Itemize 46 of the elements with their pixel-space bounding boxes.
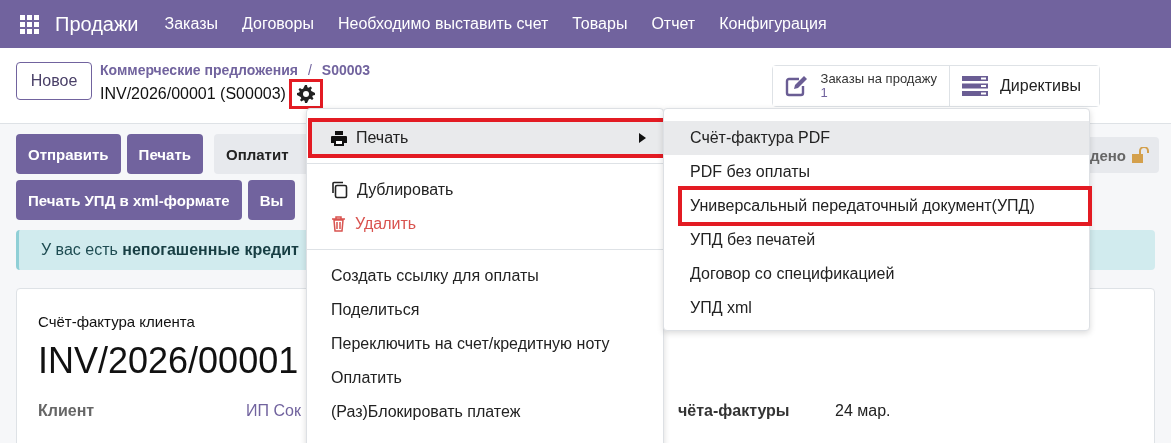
menu-item[interactable]: Удалить [307,207,663,241]
nav-menu-item[interactable]: Товары [572,15,628,33]
action-button[interactable]: Печать [126,134,203,174]
field-label: Клиент [38,402,96,420]
menu-item[interactable]: УПД без печатей [664,223,1089,257]
menu-item[interactable]: УПД xml [664,291,1089,325]
action-button[interactable]: Печать УПД в xml-формате [16,180,242,220]
copy-icon [331,181,348,199]
record-title: INV/2026/00001 (S00003) [100,85,286,103]
document-type-label: Счёт-фактура клиента [38,313,195,330]
printer-icon [331,130,347,146]
field-link[interactable]: ИП Сок [246,402,301,420]
field-value: 24 мар. [835,402,891,420]
menu-item[interactable]: Универсальный передаточный документ(УПД) [681,189,1089,223]
nav-menu-item[interactable]: Заказы [164,15,218,33]
menu-item[interactable]: (Раз)Блокировать платеж [307,395,663,429]
alert-text: У вас есть непогашенные кредит [41,241,299,259]
menu-item[interactable]: Поделиться [307,293,663,327]
breadcrumb-link[interactable]: S00003 [321,62,371,78]
breadcrumb-separator: / [307,62,312,78]
caret-right-icon [639,133,646,143]
nav-menu-item[interactable]: Отчет [651,15,696,33]
settings-icon[interactable] [296,85,315,103]
action-button[interactable]: Вы [247,180,296,220]
menu-item[interactable]: PDF без оплаты [664,155,1089,189]
smart-button[interactable]: Заказы на продажу 1 [772,65,950,106]
breadcrumb-link[interactable]: Коммерческие предложения [100,62,298,78]
new-button[interactable]: Новое [16,62,92,100]
menu-item[interactable]: Счёт-фактура PDF [664,121,1089,155]
list-icon [962,74,988,97]
apps-menu-icon[interactable] [20,14,39,34]
edit-icon [784,74,809,97]
nav-menu-item[interactable]: Конфигурация [719,15,827,33]
nav-menu-item[interactable]: Договоры [242,15,314,33]
document-number: INV/2026/00001 [38,340,299,382]
field-label: чёта-фактуры [678,402,791,420]
menu-item[interactable]: Дублировать [307,173,663,207]
menu-item[interactable]: Оплатить [307,361,663,395]
menu-item[interactable]: Создать ссылку для оплаты [307,259,663,293]
trash-icon [331,216,346,232]
menu-item[interactable]: Переключить на счет/кредитную ноту [307,327,663,361]
app-title[interactable]: Продажи [55,12,139,36]
status-label: дено [1089,146,1126,164]
nav-menu-item[interactable]: Необходимо выставить счет [337,15,549,33]
action-button[interactable]: Отправить [16,134,121,174]
menu-item[interactable]: Договор со спецификацией [664,257,1089,291]
